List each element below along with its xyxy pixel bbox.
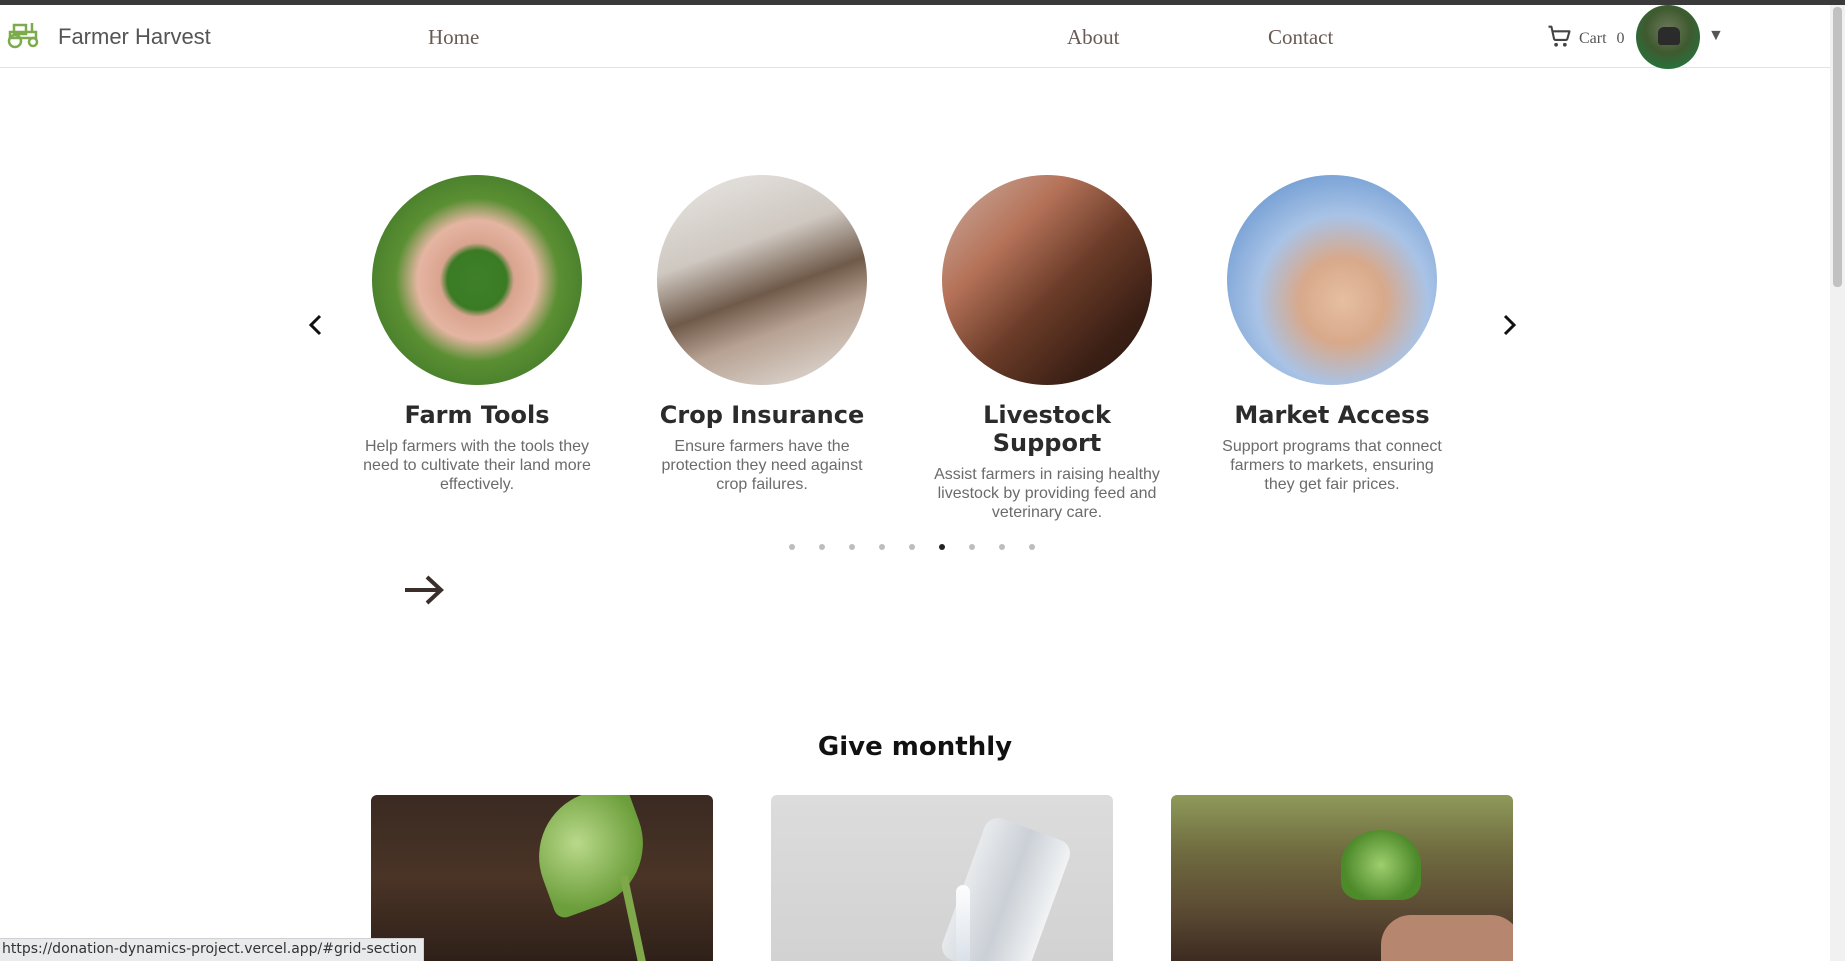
cart-link[interactable]: Cart 0: [1545, 22, 1625, 55]
card-image-market-access: [1227, 175, 1437, 385]
card-title: Farm Tools: [404, 401, 550, 429]
give-monthly-heading: Give monthly: [817, 731, 1013, 762]
carousel-dot[interactable]: [969, 544, 975, 550]
carousel-card[interactable]: Farm Tools Help farmers with the tools t…: [357, 175, 597, 494]
card-description: Support programs that connect farmers to…: [1222, 438, 1442, 493]
carousel-dot[interactable]: [909, 544, 915, 550]
cart-count: 0: [1616, 29, 1625, 47]
carousel-dot[interactable]: [939, 544, 945, 550]
carousel-dot[interactable]: [1029, 544, 1035, 550]
services-carousel: Farm Tools Help farmers with the tools t…: [0, 170, 1845, 620]
carousel-card[interactable]: Livestock Support Assist farmers in rais…: [927, 175, 1167, 522]
chevron-right-icon: [1494, 314, 1524, 343]
hand: [1381, 915, 1513, 961]
card-description: Ensure farmers have the protection they …: [661, 438, 863, 493]
card-title: Crop Insurance: [659, 401, 865, 429]
browser-status-url: https://donation-dynamics-project.vercel…: [0, 938, 424, 961]
card-image-livestock-support: [942, 175, 1152, 385]
seedling-leaf: [520, 795, 662, 921]
user-menu-caret-icon[interactable]: ▼: [1708, 27, 1724, 45]
cart-label: Cart: [1579, 29, 1607, 47]
user-avatar[interactable]: [1636, 5, 1700, 69]
nav-home-link[interactable]: Home: [428, 25, 479, 50]
avatar-figure: [1658, 27, 1680, 45]
plant-leaves: [1341, 830, 1421, 900]
water-stream: [956, 885, 970, 961]
carousel-dot[interactable]: [819, 544, 825, 550]
carousel-prev-button[interactable]: [301, 310, 331, 340]
carousel-dot[interactable]: [789, 544, 795, 550]
brand-name: Farmer Harvest: [58, 23, 211, 49]
card-image-farm-tools: [372, 175, 582, 385]
carousel-pagination: [789, 544, 1059, 550]
seedling-stem: [619, 875, 647, 961]
page-scrollbar[interactable]: [1830, 5, 1845, 961]
carousel-next-button[interactable]: [1494, 310, 1524, 340]
carousel-dot[interactable]: [849, 544, 855, 550]
carousel-card[interactable]: Crop Insurance Ensure farmers have the p…: [642, 175, 882, 494]
nav-about-link[interactable]: About: [1067, 25, 1120, 50]
card-title: Market Access: [1234, 401, 1430, 429]
scroll-next-arrow-icon[interactable]: [403, 572, 445, 608]
cart-icon: [1545, 22, 1579, 55]
card-title: Livestock Support: [983, 401, 1111, 457]
give-card-seedling[interactable]: [371, 795, 713, 961]
scrollbar-thumb[interactable]: [1833, 7, 1842, 287]
card-image-crop-insurance: [657, 175, 867, 385]
nav-contact-link[interactable]: Contact: [1268, 25, 1333, 50]
card-description: Help farmers with the tools they need to…: [363, 438, 591, 493]
brand-link[interactable]: Farmer Harvest: [6, 19, 211, 54]
top-navbar: Farmer Harvest Home About Contact Cart 0…: [0, 5, 1830, 69]
carousel-dot[interactable]: [999, 544, 1005, 550]
card-description: Assist farmers in raising healthy livest…: [934, 466, 1160, 521]
carousel-card[interactable]: Market Access Support programs that conn…: [1212, 175, 1452, 494]
carousel-dot[interactable]: [879, 544, 885, 550]
tractor-icon: [6, 19, 42, 54]
chevron-left-icon: [301, 314, 331, 343]
give-card-water[interactable]: [771, 795, 1113, 961]
give-card-plant-in-hand[interactable]: [1171, 795, 1513, 961]
